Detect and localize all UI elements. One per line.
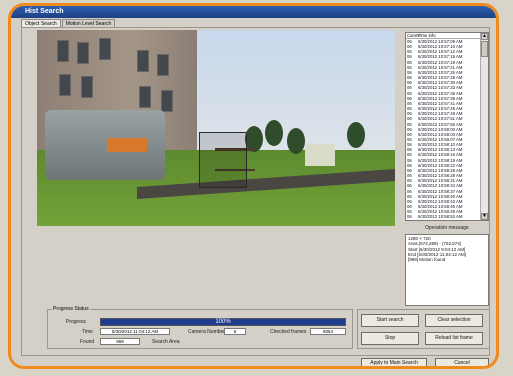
camera-number-label: Camera Number <box>188 329 225 335</box>
video-train <box>45 110 165 180</box>
list-scrollbar[interactable]: ▲ ▼ <box>480 33 488 220</box>
row-camera: 06 <box>407 219 418 220</box>
video-train-logo <box>107 138 147 152</box>
scroll-thumb[interactable] <box>481 41 488 57</box>
apply-to-main-search-button[interactable]: Apply to Main Search <box>361 358 427 366</box>
operation-message-label: Operation message <box>425 225 469 231</box>
clear-selection-button[interactable]: Clear selection <box>425 314 483 327</box>
progress-status-group: Progress Status Progress 100% Time 6/30/… <box>47 306 353 349</box>
result-list[interactable]: CamN Time info 06 6/30/2012 10:57:09 AM 06… <box>405 32 489 221</box>
cancel-button[interactable]: Cancel <box>435 358 489 366</box>
column-header-camera[interactable]: CamN <box>407 33 419 38</box>
time-value: 6/30/2012 11:04:12 AM <box>100 328 170 335</box>
progress-bar: 100% <box>100 318 346 326</box>
reload-list-frame-button[interactable]: Reload list frame <box>425 332 483 345</box>
row-time: 6/30/2012 10:58:55 AM <box>418 219 462 220</box>
time-label: Time <box>82 329 93 335</box>
scroll-up-icon[interactable]: ▲ <box>481 33 488 40</box>
camera-number-value: 6 <box>224 328 246 335</box>
start-search-button[interactable]: Start search <box>361 314 419 327</box>
search-area-label: Search Area <box>152 339 180 345</box>
stop-button[interactable]: Stop <box>361 332 419 345</box>
progress-percent: 100% <box>215 319 231 325</box>
found-value: 969 <box>100 338 140 345</box>
video-tree <box>287 128 305 154</box>
video-house <box>305 144 335 166</box>
scroll-down-icon[interactable]: ▼ <box>481 213 488 220</box>
column-header-time[interactable]: Time info <box>418 33 436 38</box>
checked-frames-value: 6064 <box>310 328 346 335</box>
search-area-selection[interactable] <box>199 132 247 188</box>
operation-line: [969] Motion found <box>408 257 446 263</box>
video-tree <box>265 120 283 146</box>
operation-message-box: 1280 × 720 Area:(574,289) - (752,574) St… <box>405 234 489 306</box>
dialog-window: Hist Search Object Search Motion Level S… <box>8 3 499 369</box>
checked-frames-label: Checked frames <box>270 329 307 335</box>
progress-label: Progress <box>66 319 87 325</box>
video-preview[interactable] <box>37 30 395 226</box>
list-row[interactable]: 066/30/2012 10:58:55 AM <box>406 219 488 220</box>
found-label: Found <box>80 339 95 345</box>
progress-status-title: Progress Status <box>52 306 90 312</box>
video-tree <box>347 122 365 148</box>
window-title: Hist Search <box>11 6 496 18</box>
